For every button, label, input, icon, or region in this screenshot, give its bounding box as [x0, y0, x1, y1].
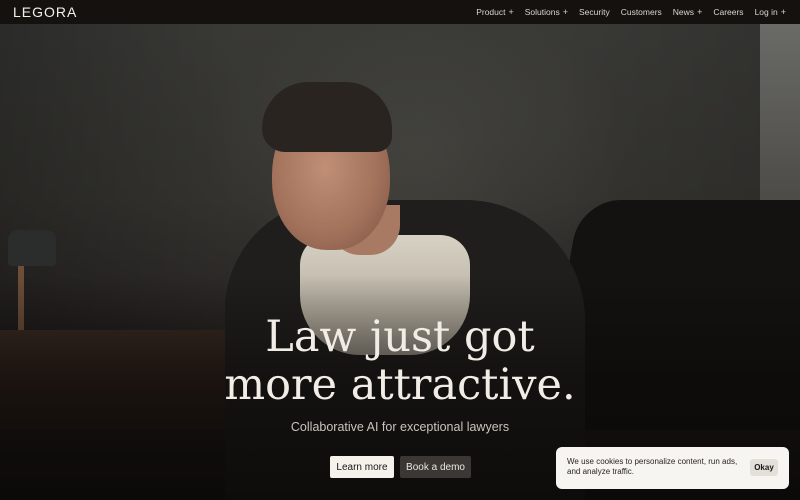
plus-icon: + [697, 7, 703, 17]
hero-headline: Law just got more attractive. [0, 313, 800, 409]
plus-icon: + [780, 7, 786, 17]
plus-icon: + [508, 7, 514, 17]
nav-product[interactable]: Product + [476, 7, 514, 17]
plus-icon: + [562, 7, 568, 17]
hero-subtitle: Collaborative AI for exceptional lawyers [290, 420, 510, 434]
nav-login[interactable]: Log in + [755, 7, 786, 17]
top-nav: LEGORA Product + Solutions + Security Cu… [0, 0, 800, 24]
nav-careers[interactable]: Careers [713, 7, 743, 17]
nav-security[interactable]: Security [579, 7, 610, 17]
book-demo-button[interactable]: Book a demo [400, 456, 471, 478]
nav-label: Careers [713, 7, 744, 17]
learn-more-button[interactable]: Learn more [330, 456, 394, 478]
nav-label: Log in [754, 7, 778, 17]
nav-links: Product + Solutions + Security Customers… [476, 0, 786, 24]
nav-customers[interactable]: Customers [621, 7, 662, 17]
nav-solutions[interactable]: Solutions + [525, 7, 568, 17]
logo[interactable]: LEGORA [13, 4, 77, 20]
nav-label: Customers [620, 7, 662, 17]
cookie-banner: We use cookies to personalize content, r… [556, 447, 789, 489]
headline-line-2: more attractive. [224, 360, 576, 410]
nav-label: Security [578, 7, 610, 17]
headline-line-1: Law just got [265, 312, 535, 362]
nav-label: Product [476, 7, 506, 17]
cookie-text: We use cookies to personalize content, r… [567, 457, 738, 476]
nav-news[interactable]: News + [673, 7, 703, 17]
okay-button[interactable]: Okay [750, 459, 778, 476]
nav-label: Solutions [524, 7, 560, 17]
nav-label: News [672, 7, 695, 17]
